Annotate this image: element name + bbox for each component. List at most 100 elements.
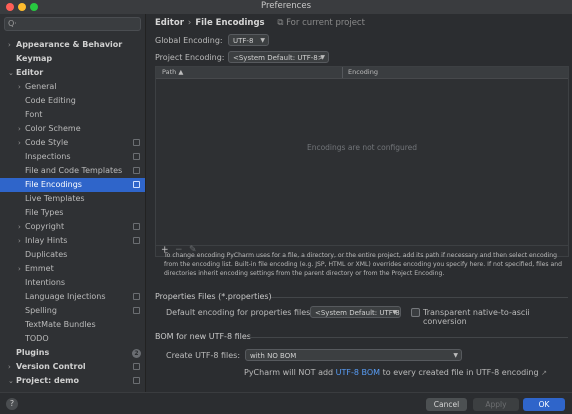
sidebar-item-label: Intentions bbox=[25, 278, 66, 287]
column-header-path-label: Path bbox=[162, 68, 177, 76]
dropdown-arrow-icon: ▼ bbox=[320, 54, 325, 61]
sidebar-item-appearance-behavior[interactable]: › Appearance & Behavior bbox=[0, 38, 145, 52]
chevron-right-icon[interactable]: › bbox=[18, 122, 21, 136]
apply-button[interactable]: Apply bbox=[473, 398, 519, 411]
sidebar-item-inlay-hints[interactable]: › Inlay Hints bbox=[0, 234, 145, 248]
project-scope-icon bbox=[133, 139, 140, 146]
sidebar-item-version-control[interactable]: › Version Control bbox=[0, 360, 145, 374]
global-encoding-value: UTF-8 bbox=[233, 37, 254, 45]
sidebar-item-label: Font bbox=[25, 110, 43, 119]
sidebar-item-inspections[interactable]: Inspections bbox=[0, 150, 145, 164]
project-scope-icon bbox=[133, 181, 140, 188]
cancel-button[interactable]: Cancel bbox=[426, 398, 467, 411]
column-divider[interactable] bbox=[342, 67, 343, 78]
chevron-right-icon[interactable]: › bbox=[18, 80, 21, 94]
sidebar-item-file-encodings[interactable]: File Encodings bbox=[0, 178, 145, 192]
chevron-down-icon[interactable]: ⌄ bbox=[8, 66, 14, 80]
breadcrumb: Editor › File Encodings ⧉ For current proj… bbox=[155, 16, 365, 30]
sidebar-item-textmate-bundles[interactable]: TextMate Bundles bbox=[0, 318, 145, 332]
create-utf8-label: Create UTF-8 files: bbox=[166, 351, 241, 360]
encoding-help-text: To change encoding PyCharm uses for a fi… bbox=[164, 252, 562, 277]
chevron-right-icon[interactable]: › bbox=[18, 234, 21, 248]
sidebar-item-editor[interactable]: ⌄ Editor bbox=[0, 66, 145, 80]
sidebar-item-label: General bbox=[25, 82, 57, 91]
sidebar-item-general[interactable]: › General bbox=[0, 80, 145, 94]
transparent-ascii-checkbox[interactable] bbox=[411, 308, 420, 317]
project-scope-icon bbox=[133, 293, 140, 300]
project-scope-icon bbox=[133, 307, 140, 314]
sidebar-item-label: Live Templates bbox=[25, 194, 85, 203]
empty-table-text: Encodings are not configured bbox=[306, 143, 418, 152]
chevron-right-icon[interactable]: › bbox=[18, 136, 21, 150]
window-title: Preferences bbox=[261, 1, 311, 11]
bom-note: PyCharm will NOT add UTF-8 BOM to every … bbox=[244, 368, 547, 377]
properties-encoding-select[interactable]: <System Default: UTF-8> ▼ bbox=[310, 306, 401, 318]
project-scope-icon bbox=[133, 377, 140, 384]
sidebar-item-code-style[interactable]: › Code Style bbox=[0, 136, 145, 150]
sidebar-item-live-templates[interactable]: Live Templates bbox=[0, 192, 145, 206]
sidebar-item-label: Inlay Hints bbox=[25, 236, 68, 245]
sidebar-item-label: Spelling bbox=[25, 306, 57, 315]
sidebar-item-todo[interactable]: TODO bbox=[0, 332, 145, 346]
sidebar-item-label: Editor bbox=[16, 68, 44, 77]
sidebar-item-code-editing[interactable]: Code Editing bbox=[0, 94, 145, 108]
sidebar-item-duplicates[interactable]: Duplicates bbox=[0, 248, 145, 262]
dialog-footer: ? Cancel Apply OK bbox=[0, 392, 572, 414]
dropdown-arrow-icon: ▼ bbox=[392, 309, 397, 316]
ok-button[interactable]: OK bbox=[523, 398, 565, 411]
sidebar-item-keymap[interactable]: Keymap bbox=[0, 52, 145, 66]
sidebar-item-color-scheme[interactable]: › Color Scheme bbox=[0, 122, 145, 136]
sidebar-item-label: Inspections bbox=[25, 152, 71, 161]
project-scope-icon bbox=[133, 167, 140, 174]
transparent-ascii-label: Transparent native-to-ascii conversion bbox=[423, 308, 530, 326]
sidebar-item-file-and-code-templates[interactable]: File and Code Templates bbox=[0, 164, 145, 178]
sidebar-item-label: Version Control bbox=[16, 362, 86, 371]
chevron-right-icon[interactable]: › bbox=[8, 38, 11, 52]
table-header: Path ▲ Encoding bbox=[156, 67, 568, 79]
dropdown-arrow-icon: ▼ bbox=[260, 37, 265, 44]
chevron-right-icon[interactable]: › bbox=[8, 360, 11, 374]
project-scope-icon bbox=[133, 223, 140, 230]
help-button[interactable]: ? bbox=[6, 398, 18, 410]
sidebar-item-label: TextMate Bundles bbox=[25, 320, 96, 329]
project-encoding-select[interactable]: <System Default: UTF-8> ▼ bbox=[228, 51, 329, 63]
chevron-right-icon[interactable]: › bbox=[18, 262, 21, 276]
sidebar-item-label: File and Code Templates bbox=[25, 166, 123, 175]
chevron-right-icon[interactable]: › bbox=[18, 220, 21, 234]
column-header-path[interactable]: Path ▲ bbox=[162, 67, 183, 78]
section-divider bbox=[249, 337, 568, 338]
settings-search-input[interactable]: Q· bbox=[4, 17, 141, 31]
project-encoding-label: Project Encoding: bbox=[155, 53, 225, 62]
title-bar: Preferences bbox=[0, 0, 572, 15]
column-header-encoding[interactable]: Encoding bbox=[348, 67, 378, 78]
sidebar-item-plugins[interactable]: Plugins 2 bbox=[0, 346, 145, 360]
encodings-table[interactable]: Path ▲ Encoding Encodings are not config… bbox=[155, 66, 569, 246]
chevron-down-icon[interactable]: ⌄ bbox=[8, 374, 14, 388]
bom-select-value: with NO BOM bbox=[250, 352, 297, 360]
section-divider bbox=[271, 297, 568, 298]
breadcrumb-editor: Editor bbox=[155, 18, 184, 28]
breadcrumb-separator: › bbox=[187, 18, 192, 28]
sidebar-item-file-types[interactable]: File Types bbox=[0, 206, 145, 220]
project-scope-icon bbox=[133, 153, 140, 160]
global-encoding-select[interactable]: UTF-8 ▼ bbox=[228, 34, 269, 46]
bom-note-prefix: PyCharm will NOT add bbox=[244, 368, 334, 377]
project-scope-label: For current project bbox=[286, 18, 365, 28]
sidebar-item-label: Project: demo bbox=[16, 376, 80, 385]
sort-up-icon: ▲ bbox=[178, 68, 184, 76]
sidebar-item-intentions[interactable]: Intentions bbox=[0, 276, 145, 290]
sidebar-item-label: Emmet bbox=[25, 264, 54, 273]
sidebar-item-label: Code Style bbox=[25, 138, 69, 147]
project-scope-icon bbox=[133, 237, 140, 244]
global-encoding-label: Global Encoding: bbox=[155, 36, 223, 45]
sidebar-item-spelling[interactable]: Spelling bbox=[0, 304, 145, 318]
sidebar-item-emmet[interactable]: › Emmet bbox=[0, 262, 145, 276]
bom-select[interactable]: with NO BOM ▼ bbox=[245, 349, 462, 361]
sidebar-item-label: Appearance & Behavior bbox=[16, 40, 123, 49]
sidebar-item-language-injections[interactable]: Language Injections bbox=[0, 290, 145, 304]
sidebar-item-font[interactable]: Font bbox=[0, 108, 145, 122]
utf8-bom-link[interactable]: UTF-8 BOM bbox=[336, 368, 380, 377]
sidebar-item-project-demo[interactable]: ⌄ Project: demo bbox=[0, 374, 145, 388]
sidebar-item-copyright[interactable]: › Copyright bbox=[0, 220, 145, 234]
sidebar-item-label: Copyright bbox=[25, 222, 65, 231]
